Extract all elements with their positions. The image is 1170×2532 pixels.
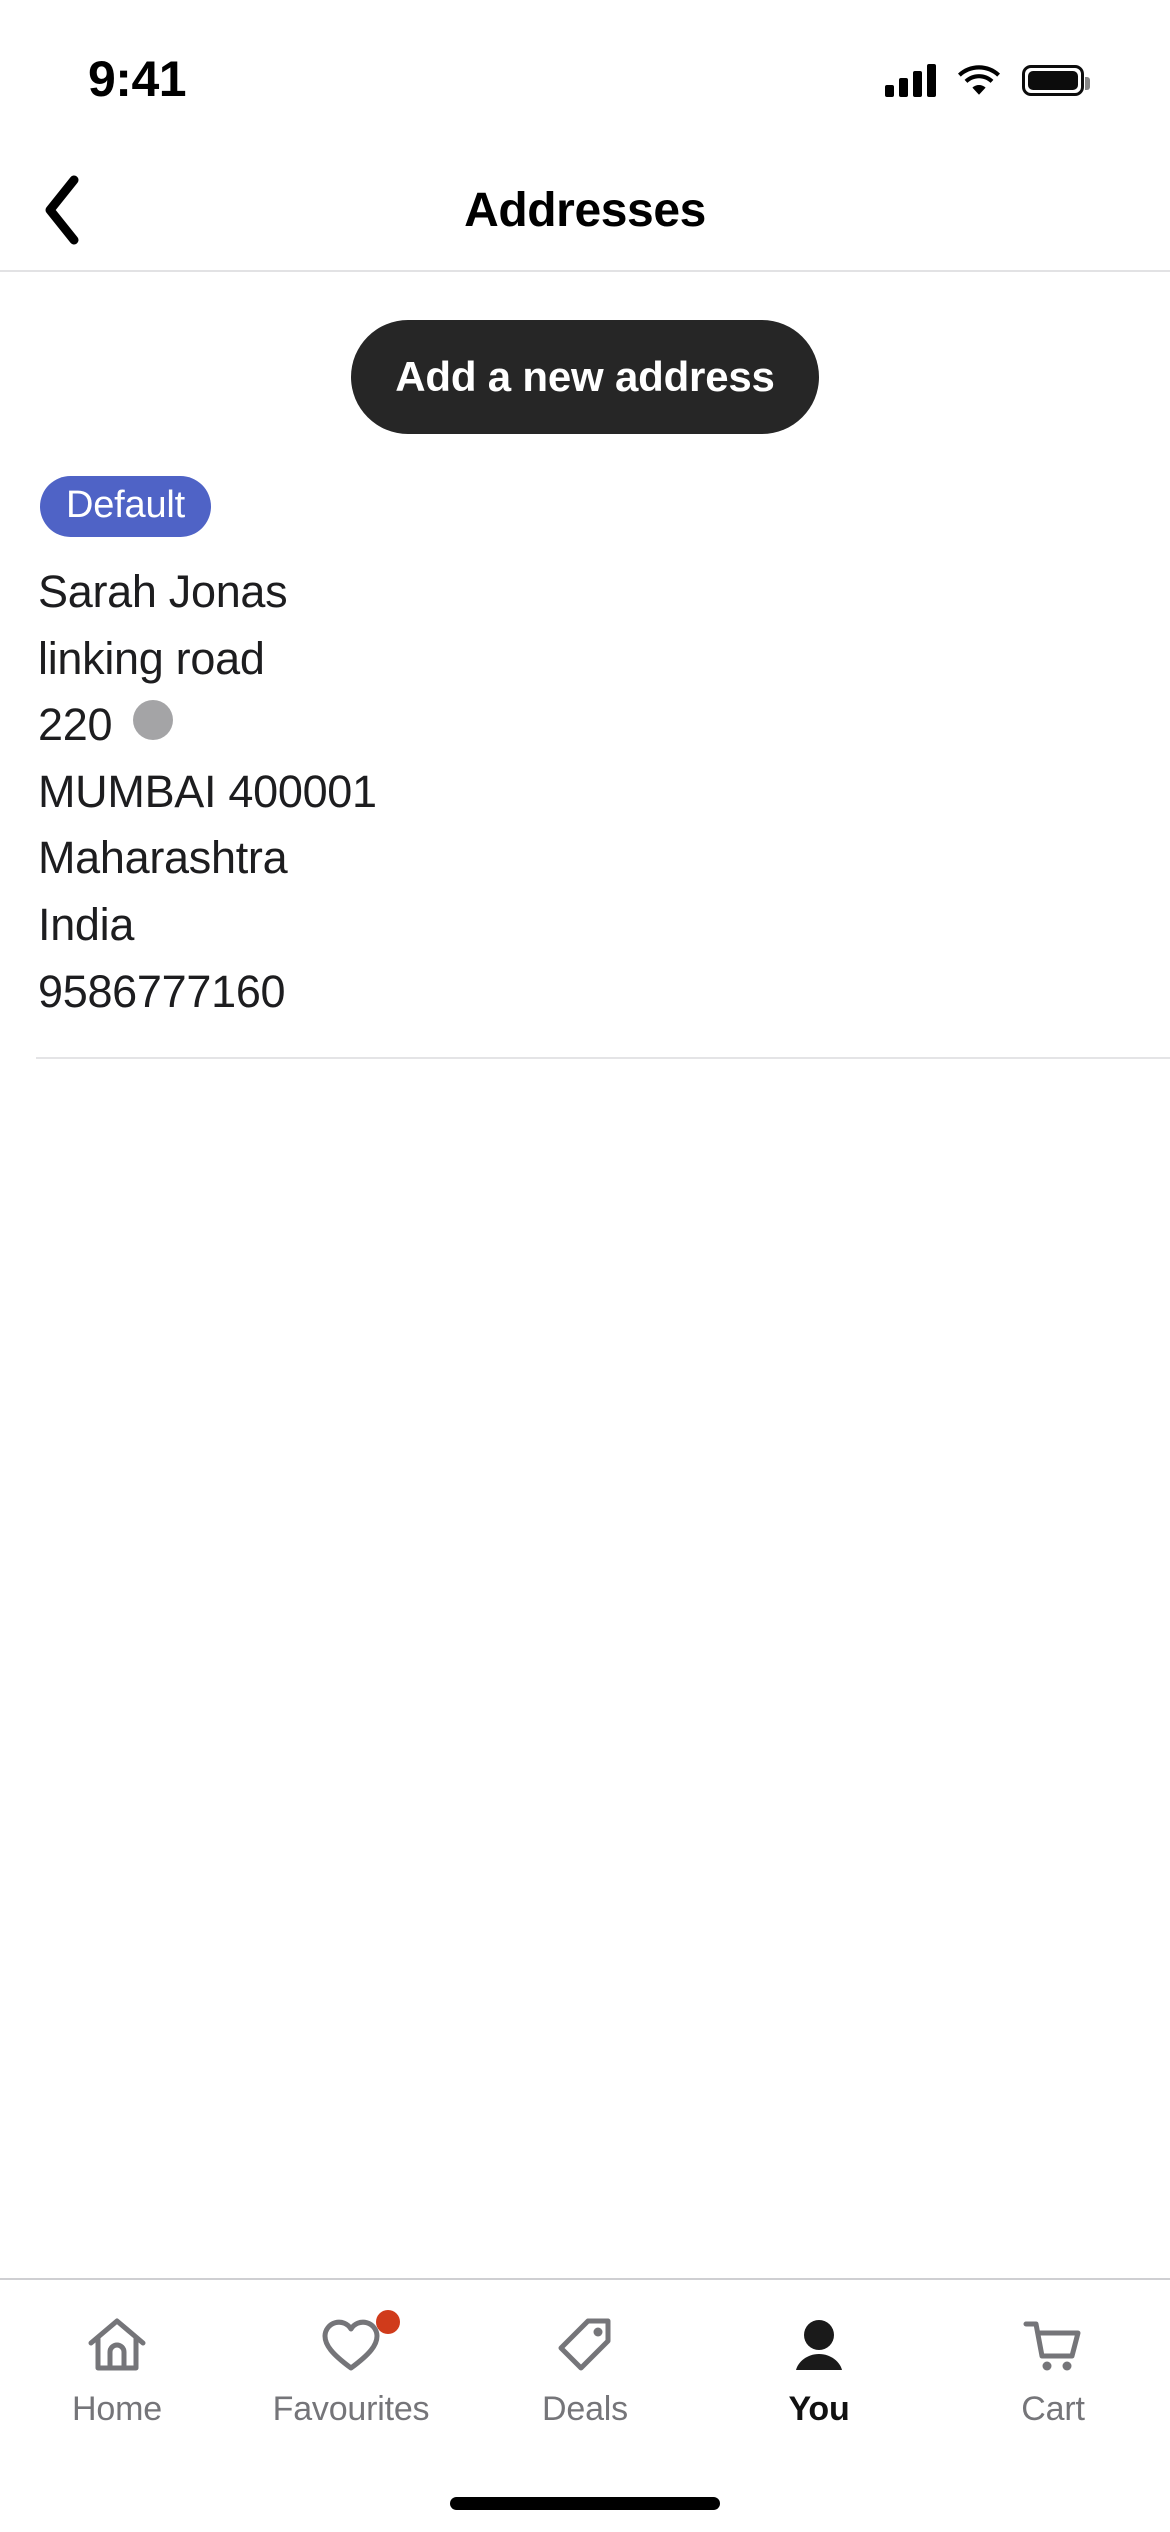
- status-bar: 9:41: [0, 0, 1170, 152]
- back-button[interactable]: [14, 152, 110, 268]
- address-house-number: 220: [38, 699, 113, 751]
- content-area: Add a new address Default Sarah Jonas li…: [0, 272, 1170, 2278]
- tab-home-label: Home: [72, 2390, 162, 2428]
- page-title: Addresses: [464, 184, 706, 237]
- address-name: Sarah Jonas: [38, 566, 288, 617]
- address-card[interactable]: Sarah Jonas linking road 220 MUMBAI 4000…: [0, 537, 1170, 1025]
- touch-indicator: [133, 700, 173, 740]
- tab-deals[interactable]: Deals: [468, 2314, 702, 2426]
- tab-favourites-label: Favourites: [272, 2390, 430, 2428]
- tag-icon: [554, 2314, 616, 2376]
- status-badge: Default: [40, 476, 212, 537]
- status-time: 9:41: [88, 51, 187, 107]
- address-country: India: [38, 898, 135, 950]
- default-badge-row: Default: [0, 434, 1170, 537]
- add-address-button-container: Add a new address: [0, 272, 1170, 434]
- tab-cart[interactable]: Cart: [936, 2314, 1170, 2426]
- tab-you-label: You: [788, 2390, 850, 2428]
- person-icon: [788, 2314, 850, 2376]
- notification-dot: [376, 2310, 400, 2334]
- home-indicator[interactable]: [450, 2497, 720, 2510]
- home-icon: [86, 2314, 148, 2376]
- address-phone: 9586777160: [38, 965, 286, 1017]
- wifi-icon: [958, 64, 1000, 96]
- battery-full-icon: [1022, 64, 1090, 96]
- tab-home[interactable]: Home: [0, 2314, 234, 2426]
- bottom-tab-bar: Home Favourites Deals You Cart: [0, 2278, 1170, 2532]
- address-state: Maharashtra: [38, 832, 288, 884]
- shopping-cart-icon: [1022, 2314, 1084, 2376]
- heart-icon: [320, 2310, 400, 2376]
- tab-deals-label: Deals: [542, 2390, 628, 2428]
- tab-cart-label: Cart: [1021, 2390, 1085, 2428]
- cellular-signal-icon: [885, 63, 936, 97]
- address-city-postcode: MUMBAI 400001: [38, 765, 377, 817]
- navigation-header: Addresses: [0, 152, 1170, 272]
- tab-you[interactable]: You: [702, 2314, 936, 2426]
- status-indicators: [885, 63, 1090, 97]
- address-street: linking road: [38, 632, 265, 684]
- phone-screen: 9:41 Addresses Add a new address Default…: [0, 0, 1170, 2532]
- add-new-address-button[interactable]: Add a new address: [351, 320, 819, 434]
- address-divider: [36, 1057, 1170, 1060]
- tab-favourites[interactable]: Favourites: [234, 2310, 468, 2428]
- chevron-left-icon: [40, 174, 84, 246]
